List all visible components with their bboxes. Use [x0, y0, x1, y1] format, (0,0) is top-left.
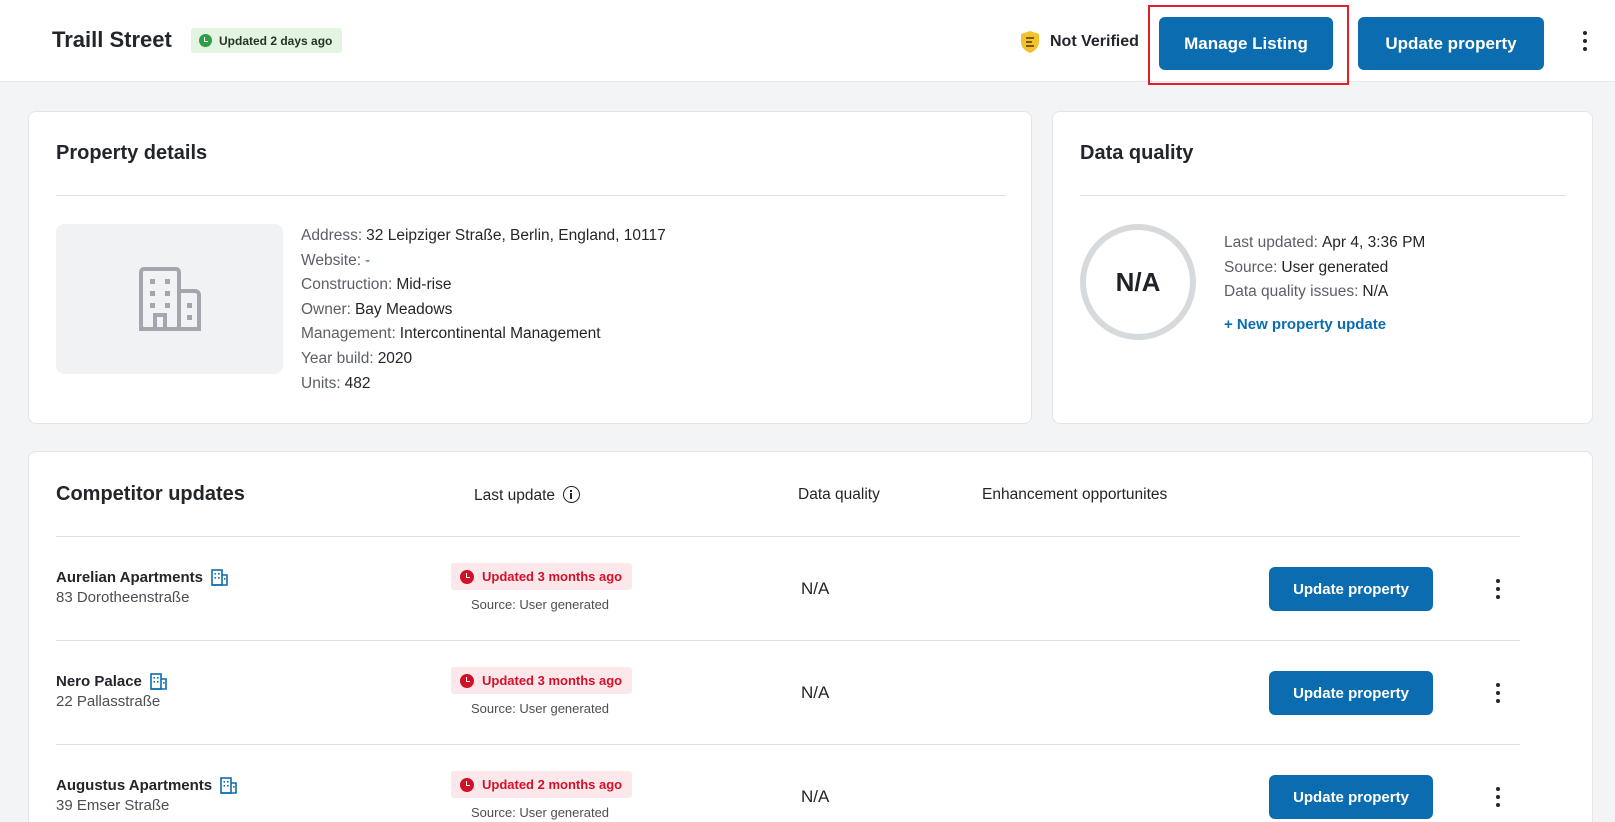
- updated-badge: Updated 2 days ago: [191, 28, 343, 53]
- competitor-updates-card: Competitor updates Last update Data qual…: [28, 451, 1593, 822]
- data-quality-score: N/A: [1080, 224, 1196, 340]
- dq-source: Source: User generated: [1224, 258, 1389, 276]
- divider: [56, 195, 1006, 196]
- competitor-name[interactable]: Aurelian Apartments: [56, 569, 228, 586]
- shield-icon: [1021, 31, 1039, 53]
- top-bar: Traill Street Updated 2 days ago Not Ver…: [0, 0, 1615, 85]
- clock-icon: [460, 569, 474, 584]
- detail-owner: Owner: Bay Meadows: [301, 300, 453, 318]
- more-vertical-icon[interactable]: [1488, 783, 1508, 811]
- table-row: Augustus Apartments 39 Emser Straße Upda…: [56, 744, 1520, 822]
- data-quality-info: Last updated: Apr 4, 3:36 PM Source: User …: [1224, 231, 1425, 305]
- last-update-badge: Updated 3 months ago: [451, 563, 633, 590]
- more-vertical-icon[interactable]: [1575, 27, 1595, 55]
- column-data-quality: Data quality: [798, 486, 880, 503]
- competitor-address: 39 Emser Straße: [56, 797, 170, 814]
- detail-management: Management: Intercontinental Management: [301, 325, 601, 343]
- competitor-name[interactable]: Augustus Apartments: [56, 777, 237, 794]
- property-details-card: Property details Address: 32 Leipziger St…: [28, 111, 1032, 424]
- property-image-placeholder: [56, 224, 283, 374]
- building-icon: [220, 777, 237, 794]
- property-details-title: Property details: [56, 142, 208, 164]
- data-quality-card: Data quality N/A Last updated: Apr 4, 3:3…: [1052, 111, 1593, 424]
- competitor-name[interactable]: Nero Palace: [56, 673, 167, 690]
- dq-issues: Data quality issues: N/A: [1224, 283, 1389, 301]
- data-quality-value: N/A: [801, 579, 830, 598]
- competitor-address: 83 Dorotheenstraße: [56, 589, 190, 606]
- last-update-badge: Updated 2 months ago: [451, 771, 633, 798]
- update-source: Source: User generated: [471, 597, 610, 612]
- detail-units: Units: 482: [301, 374, 371, 392]
- update-source: Source: User generated: [471, 805, 610, 820]
- page-title: Traill Street: [52, 27, 172, 52]
- property-details-list: Address: 32 Leipziger Straße, Berlin, Eng…: [301, 224, 666, 396]
- update-property-button[interactable]: Update property: [1269, 775, 1433, 819]
- building-icon: [150, 673, 167, 690]
- clock-icon: [460, 673, 474, 688]
- building-icon: [138, 267, 201, 331]
- check-circle-icon: [199, 34, 212, 47]
- data-quality-value: N/A: [801, 683, 830, 702]
- new-property-update-link[interactable]: + New property update: [1224, 316, 1386, 333]
- update-property-button[interactable]: Update property: [1358, 17, 1544, 70]
- update-source: Source: User generated: [471, 701, 610, 716]
- divider: [1080, 195, 1566, 196]
- info-icon[interactable]: [563, 486, 581, 503]
- update-property-button[interactable]: Update property: [1269, 671, 1433, 715]
- table-row: Nero Palace 22 Pallasstraße Updated 3 mo…: [56, 640, 1520, 744]
- detail-year-build: Year build: 2020: [301, 349, 413, 367]
- verification-status[interactable]: Not Verified: [1020, 30, 1139, 54]
- more-vertical-icon[interactable]: [1488, 679, 1508, 707]
- table-row: Aurelian Apartments 83 Dorotheenstraße U…: [56, 536, 1520, 640]
- manage-listing-button[interactable]: Manage Listing: [1159, 17, 1333, 70]
- column-enhancement: Enhancement opportunites: [982, 486, 1168, 503]
- more-vertical-icon[interactable]: [1488, 575, 1508, 603]
- data-quality-title: Data quality: [1080, 142, 1194, 164]
- update-property-button[interactable]: Update property: [1269, 567, 1433, 611]
- column-last-update: Last update: [474, 486, 581, 505]
- clock-icon: [460, 777, 474, 792]
- detail-address: Address: 32 Leipziger Straße, Berlin, Eng…: [301, 227, 666, 244]
- updated-badge-label: Updated 2 days ago: [219, 33, 333, 48]
- website-link[interactable]: -: [365, 252, 370, 269]
- building-icon: [211, 569, 228, 586]
- dq-last-updated: Last updated: Apr 4, 3:36 PM: [1224, 234, 1426, 251]
- competitor-updates-title: Competitor updates: [56, 483, 245, 505]
- data-quality-value: N/A: [801, 787, 830, 806]
- detail-construction: Construction: Mid-rise: [301, 276, 452, 294]
- competitor-address: 22 Pallasstraße: [56, 693, 161, 710]
- last-update-badge: Updated 3 months ago: [451, 667, 633, 694]
- verification-label: Not Verified: [1050, 33, 1139, 50]
- detail-website: Website: -: [301, 251, 371, 269]
